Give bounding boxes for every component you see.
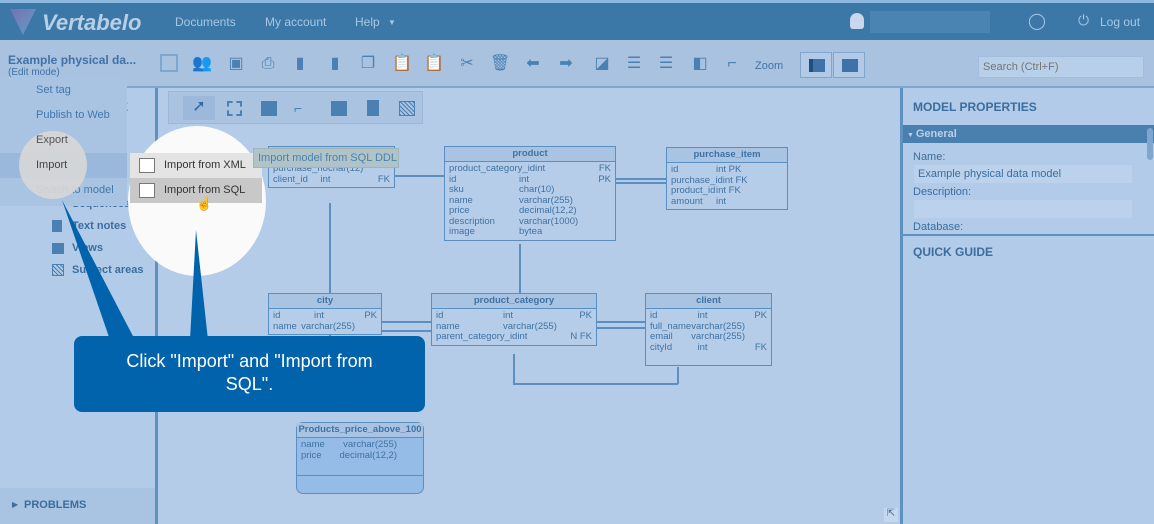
callout-pointers — [62, 200, 208, 340]
pointer-to-import — [62, 200, 135, 340]
pointer-to-import-sql — [190, 230, 208, 340]
instruction-callout: Click "Import" and "Import from SQL". — [74, 336, 425, 412]
callout-text: Click "Import" and "Import from SQL". — [126, 351, 373, 394]
